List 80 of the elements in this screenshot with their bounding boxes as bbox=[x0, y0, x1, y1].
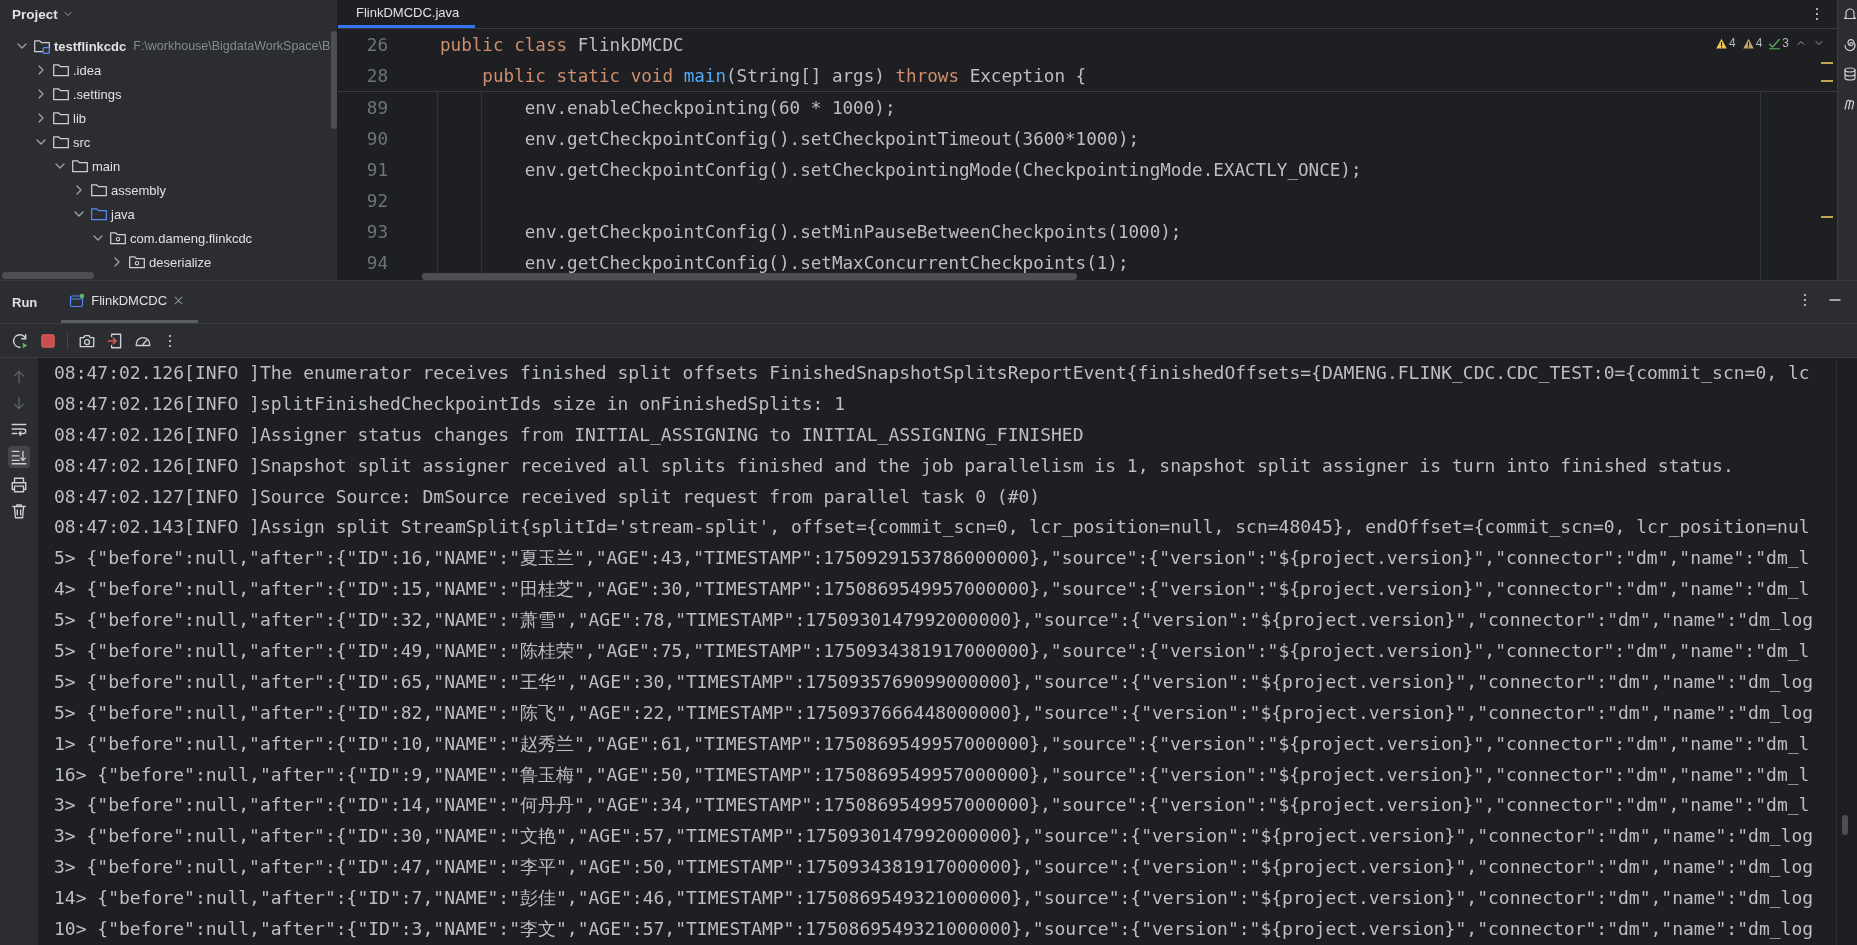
tree-item[interactable]: lib bbox=[73, 110, 86, 126]
code-line: env.getCheckpointConfig().setCheckpointTimeout(3600*1000); bbox=[523, 128, 1140, 149]
line-number: 26 bbox=[365, 34, 388, 55]
console-line: 5> {"before":null,"after":{"ID":16,"NAME":"夏玉兰","AGE":43,"TIMESTAMP":1750929153786000000},"source":{"version":"${project.version}","connector":"dm","name":"dm_l bbox=[54, 546, 1811, 571]
folder-icon bbox=[52, 109, 70, 127]
console-line: 08:47:02.126[INFO ]Snapshot split assigner received all splits finished and the job parallelism is 1, snapshot split assigner is turn into finished status. bbox=[54, 453, 1735, 478]
stop-icon[interactable] bbox=[39, 331, 57, 350]
line-number: 28 bbox=[365, 65, 388, 86]
line-number: 91 bbox=[365, 159, 388, 180]
problem-count[interactable]: 3 bbox=[1782, 36, 1789, 50]
code-line: env.getCheckpointConfig().setMinPauseBetweenCheckpoints(1000); bbox=[523, 221, 1182, 242]
window-icon bbox=[69, 292, 86, 309]
folder-icon bbox=[52, 85, 70, 103]
console-line: 5> {"before":null,"after":{"ID":49,"NAME":"陈桂荣","AGE":75,"TIMESTAMP":1750934381917000000},"source":{"version":"${project.version}","connector":"dm","name":"dm_l bbox=[54, 639, 1811, 663]
tree-item[interactable]: .idea bbox=[73, 62, 102, 78]
line-number: 90 bbox=[365, 128, 388, 149]
warning-icon bbox=[1741, 36, 1755, 50]
folder-icon bbox=[90, 181, 108, 199]
console-line: 3> {"before":null,"after":{"ID":30,"NAME":"文艳","AGE":57,"TIMESTAMP":1750930147992000000},"source":{"version":"${project.version}","connector":"dm","name":"dm_log bbox=[54, 824, 1815, 849]
tree-item[interactable]: java bbox=[111, 206, 135, 222]
console-line: 08:47:02.126[INFO ]The enumerator receives finished split offsets FinishedSnapshotSplitsReportEvent{finishedOffsets={DAMENG.FLINK_CDC.CDC_TEST:0={commit_scn=0, lc bbox=[54, 361, 1811, 385]
console-line: 3> {"before":null,"after":{"ID":14,"NAME":"何丹丹","AGE":34,"TIMESTAMP":1750869549957000000},"source":{"version":"${project.version}","connector":"dm","name":"dm_l bbox=[54, 793, 1811, 818]
line-number: 92 bbox=[365, 190, 388, 211]
scrollbar-thumb[interactable] bbox=[2, 272, 94, 279]
print-icon[interactable] bbox=[10, 476, 28, 494]
line-number: 94 bbox=[365, 252, 388, 273]
console-line: 5> {"before":null,"after":{"ID":82,"NAME":"陈飞","AGE":22,"TIMESTAMP":1750937666448000000},"source":{"version":"${project.version}","connector":"dm","name":"dm_log bbox=[54, 700, 1815, 725]
problem-count[interactable]: 4 bbox=[1728, 36, 1736, 50]
console-line: 08:47:02.143[INFO ]Assign split StreamSplit{splitId='stream-split', offset={commit_scn=0, lcr_position=null, scn=48045}, endOffset={commit_scn=0, lcr_position=nul bbox=[54, 515, 1811, 540]
bell-icon[interactable] bbox=[1842, 6, 1857, 22]
line-number: 89 bbox=[365, 97, 388, 118]
console-line: 3> {"before":null,"after":{"ID":47,"NAME":"李平","AGE":50,"TIMESTAMP":1750934381917000000},"source":{"version":"${project.version}","connector":"dm","name":"dm_log bbox=[54, 855, 1815, 880]
tree-item[interactable]: assembly bbox=[111, 182, 166, 198]
package-icon bbox=[128, 253, 146, 271]
scroll-to-end-icon[interactable] bbox=[10, 448, 28, 466]
console-line: 08:47:02.126[INFO ]splitFinishedCheckpointIds size in onFinishedSplits: 1 bbox=[54, 391, 847, 416]
console-line: 08:47:02.127[INFO ]Source Source: DmSource received split request from parallel task 0 (#0) bbox=[54, 484, 1042, 509]
code-line: env.getCheckpointConfig().setMaxConcurrentCheckpoints(1); bbox=[523, 252, 1129, 273]
rerun-icon[interactable] bbox=[11, 331, 29, 350]
tree-item[interactable]: deserialize bbox=[149, 254, 212, 270]
code-line: env.enableCheckpointing(60 * 1000); bbox=[523, 97, 896, 118]
warning-icon bbox=[1714, 36, 1728, 50]
run-tab[interactable]: FlinkDMCDC bbox=[61, 281, 199, 323]
console-line: 10> {"before":null,"after":{"ID":3,"NAME":"李文","AGE":57,"TIMESTAMP":1750869549321000000},"source":{"version":"${project.version}","connector":"dm","name":"dm_log bbox=[54, 917, 1815, 942]
tree-item[interactable]: .settings bbox=[73, 86, 122, 102]
close-icon[interactable] bbox=[173, 295, 185, 306]
tree-item[interactable]: testflinkcdc bbox=[54, 38, 127, 54]
code-line: public class FlinkDMCDC bbox=[440, 34, 684, 55]
folder-icon bbox=[52, 61, 70, 79]
tree-item[interactable]: com.dameng.flinkcdc bbox=[130, 230, 253, 246]
panel-title[interactable]: Run bbox=[12, 281, 38, 323]
folder-icon bbox=[90, 205, 108, 223]
scrollbar-thumb[interactable] bbox=[422, 273, 1077, 280]
tree-item[interactable]: src bbox=[73, 134, 91, 150]
project-path: F:\workhouse\BigdataWorkSpace\B bbox=[133, 39, 331, 53]
line-number: 93 bbox=[365, 221, 388, 242]
console-line: 1> {"before":null,"after":{"ID":10,"NAME":"赵秀兰","AGE":61,"TIMESTAMP":1750869549957000000},"source":{"version":"${project.version}","connector":"dm","name":"dm_l bbox=[54, 731, 1811, 756]
tree-item[interactable]: main bbox=[92, 158, 121, 174]
module-folder-icon bbox=[33, 37, 51, 55]
console-line: 5> {"before":null,"after":{"ID":32,"NAME":"萧雪","AGE":78,"TIMESTAMP":1750930147992000000},"source":{"version":"${project.version}","connector":"dm","name":"dm_log bbox=[54, 608, 1815, 633]
scrollbar-thumb[interactable] bbox=[331, 31, 337, 129]
problem-count[interactable]: 4 bbox=[1755, 36, 1763, 50]
exit-icon[interactable] bbox=[106, 331, 124, 350]
folder-icon bbox=[71, 157, 89, 175]
code-line: env.getCheckpointConfig().setCheckpointingMode(CheckpointingMode.EXACTLY_ONCE); bbox=[523, 159, 1362, 180]
panel-title[interactable]: Project bbox=[12, 6, 58, 22]
console-line: 08:47:02.126[INFO ]Assigner status changes from INITIAL_ASSIGNING to INITIAL_ASSIGNING_FINISHED bbox=[54, 422, 1085, 447]
package-icon bbox=[109, 229, 127, 247]
spiral-icon[interactable] bbox=[1842, 36, 1857, 52]
check-icon bbox=[1768, 36, 1782, 50]
console-line: 14> {"before":null,"after":{"ID":7,"NAME":"彭佳","AGE":46,"TIMESTAMP":1750869549321000000},"source":{"version":"${project.version}","connector":"dm","name":"dm_log bbox=[54, 886, 1815, 911]
database-icon[interactable] bbox=[1842, 66, 1857, 82]
scrollbar-thumb[interactable] bbox=[1842, 815, 1848, 835]
console-line: 5> {"before":null,"after":{"ID":65,"NAME":"王华","AGE":30,"TIMESTAMP":1750935769099000000},"source":{"version":"${project.version}","connector":"dm","name":"dm_log bbox=[54, 669, 1815, 694]
trash-icon[interactable] bbox=[10, 502, 28, 520]
console-line: 16> {"before":null,"after":{"ID":9,"NAME":"鲁玉梅","AGE":50,"TIMESTAMP":1750869549957000000},"source":{"version":"${project.version}","connector":"dm","name":"dm_l bbox=[54, 762, 1811, 787]
file-tab[interactable]: FlinkDMCDC.java bbox=[338, 0, 475, 28]
console-line: 4> {"before":null,"after":{"ID":15,"NAME":"田桂芝","AGE":30,"TIMESTAMP":1750869549957000000},"source":{"version":"${project.version}","connector":"dm","name":"dm_l bbox=[54, 577, 1811, 602]
code-line: public static void main(String[] args) throws Exception { bbox=[481, 65, 1087, 86]
folder-icon bbox=[52, 133, 70, 151]
